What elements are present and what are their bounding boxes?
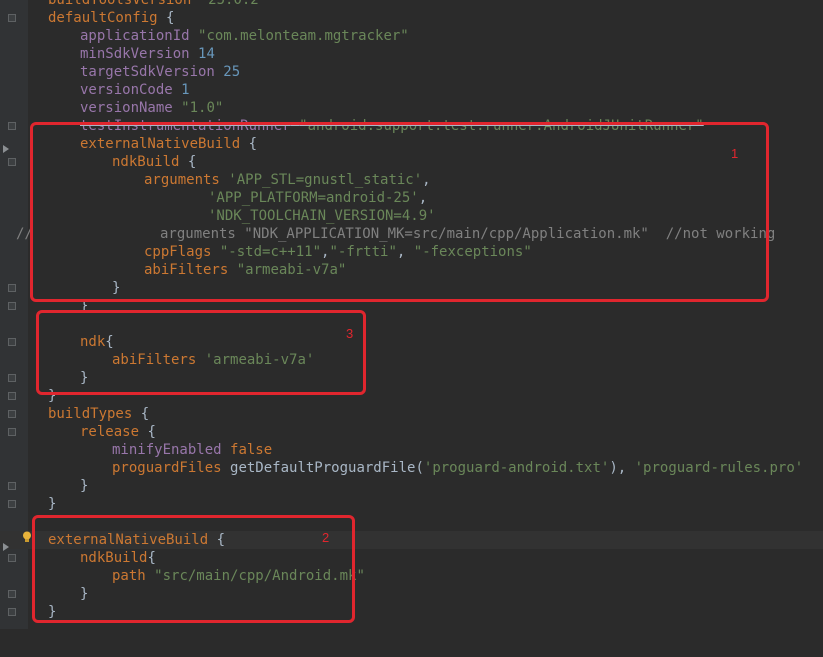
annotation-box-1 (30, 122, 769, 302)
code-token: targetSdkVersion (80, 64, 215, 80)
annotation-label-3: 3 (346, 326, 354, 341)
fold-marker-icon[interactable] (8, 338, 16, 346)
code-token: versionCode (80, 82, 173, 98)
code-token: } (48, 496, 57, 512)
code-line: applicationId "com.melonteam.mgtracker" (0, 27, 823, 45)
fold-marker-icon[interactable] (8, 500, 16, 508)
fold-marker-icon[interactable] (8, 590, 16, 598)
annotation-box-3 (36, 310, 366, 395)
code-token: applicationId (80, 28, 190, 44)
fold-marker-icon[interactable] (8, 608, 16, 616)
code-token: { (132, 406, 150, 422)
code-token: { (139, 424, 156, 440)
annotation-box-2 (32, 515, 355, 623)
code-token: "25.0.2" (199, 0, 268, 8)
code-line: buildTypes { (0, 405, 823, 423)
code-token: 'proguard-android.txt' (423, 460, 610, 476)
fold-marker-icon[interactable] (8, 158, 16, 166)
code-token: 1 (181, 82, 190, 98)
fold-marker-icon[interactable] (8, 428, 16, 436)
code-line: release { (0, 423, 823, 441)
fold-marker-icon[interactable] (8, 284, 16, 292)
fold-marker-icon[interactable] (8, 14, 16, 22)
run-arrow-icon[interactable] (3, 145, 9, 153)
code-token: } (80, 478, 89, 494)
fold-marker-icon[interactable] (8, 122, 16, 130)
fold-marker-icon[interactable] (8, 392, 16, 400)
code-token: 'proguard-rules.pro' (634, 460, 804, 476)
code-token: release (80, 424, 140, 440)
code-line: } (0, 477, 823, 495)
fold-marker-icon[interactable] (8, 410, 16, 418)
code-token: ), (609, 460, 635, 476)
code-token: buildToolsVersion (48, 0, 192, 8)
code-token: minifyEnabled (112, 442, 222, 458)
code-token: "1.0" (181, 100, 224, 116)
code-line: versionCode 1 (0, 81, 823, 99)
code-token: minSdkVersion (80, 46, 190, 62)
code-line: versionName "1.0" (0, 99, 823, 117)
code-line: targetSdkVersion 25 (0, 63, 823, 81)
fold-marker-icon[interactable] (8, 302, 16, 310)
code-token: getDefaultProguardFile( (230, 460, 424, 476)
code-line: } (0, 495, 823, 513)
code-token: defaultConfig (48, 10, 158, 26)
code-line: minSdkVersion 14 (0, 45, 823, 63)
fold-marker-icon[interactable] (8, 482, 16, 490)
code-token: proguardFiles (112, 460, 222, 476)
annotation-label-2: 2 (322, 530, 330, 545)
code-token: "com.melonteam.mgtracker" (198, 28, 409, 44)
code-token: versionName (80, 100, 173, 116)
run-arrow-icon[interactable] (3, 543, 9, 551)
annotation-label-1: 1 (731, 146, 739, 161)
code-line: minifyEnabled false (0, 441, 823, 459)
lightbulb-icon[interactable] (22, 531, 32, 543)
code-line: proguardFiles getDefaultProguardFile('pr… (0, 459, 823, 477)
fold-marker-icon[interactable] (8, 374, 16, 382)
code-line: defaultConfig { (0, 9, 823, 27)
code-token: false (230, 442, 273, 458)
code-token: buildTypes (48, 406, 133, 422)
code-token: 14 (198, 46, 215, 62)
code-token: { (157, 10, 175, 26)
code-line: buildToolsVersion "25.0.2" (0, 0, 823, 9)
code-token: 25 (223, 64, 241, 80)
fold-marker-icon[interactable] (8, 554, 16, 562)
